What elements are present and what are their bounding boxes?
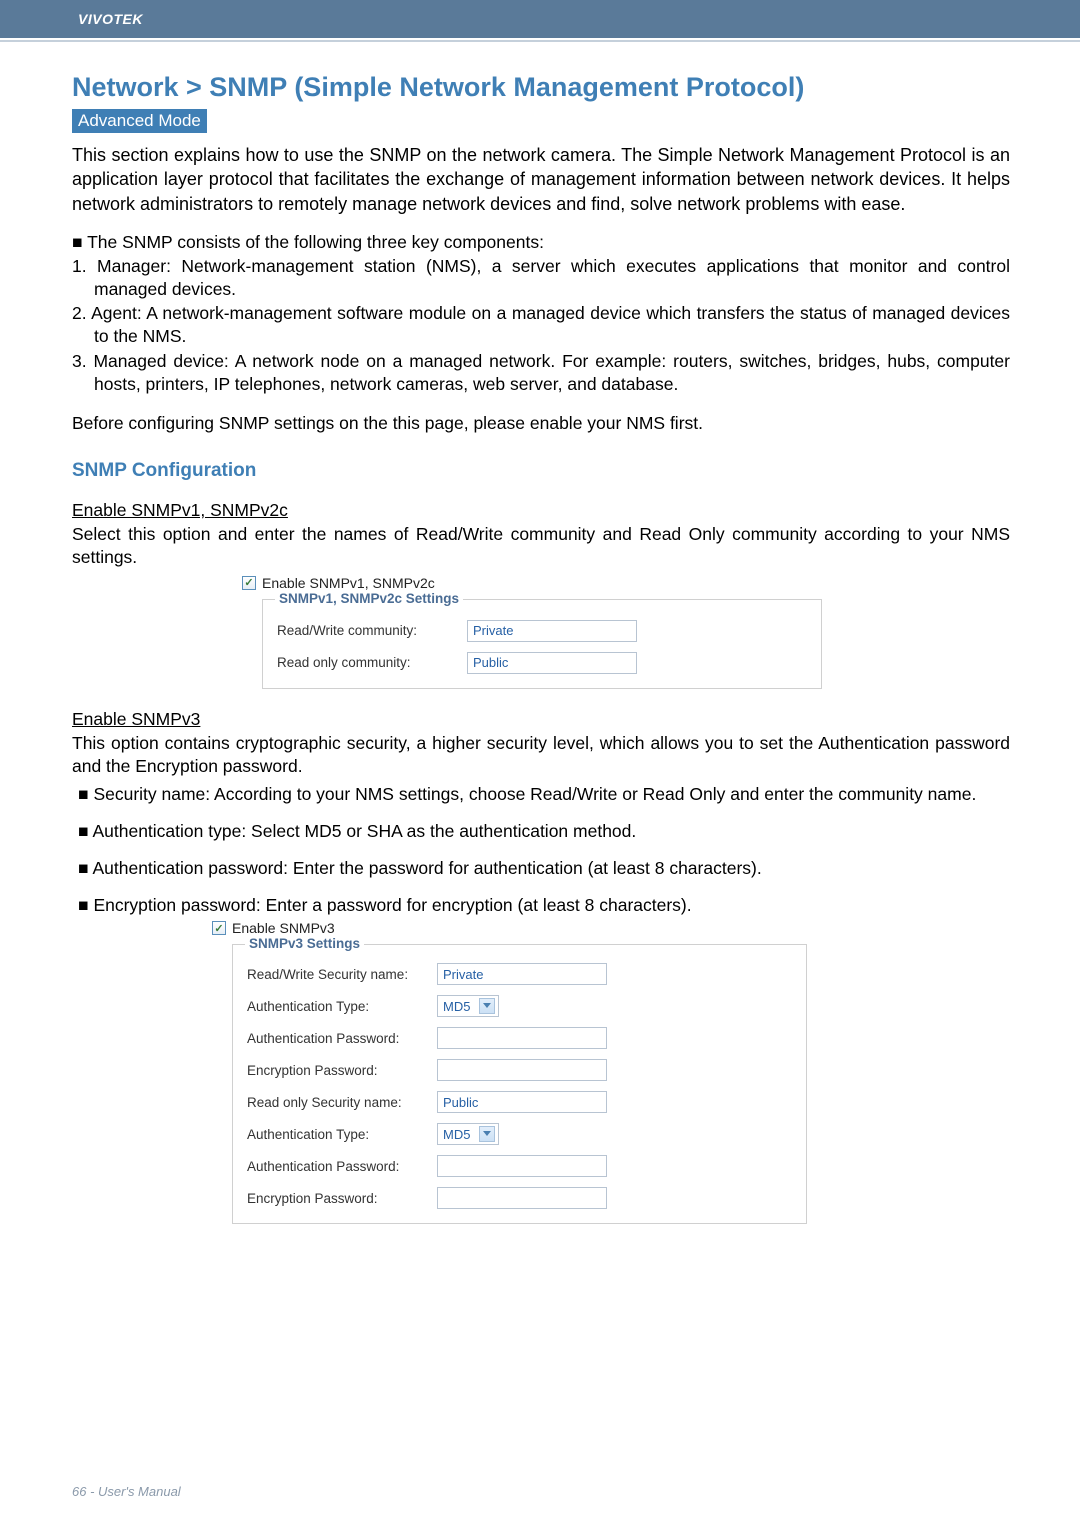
v3-bullet-auth-password: Authentication password: Enter the passw… bbox=[72, 857, 1010, 880]
ro-auth-type-value: MD5 bbox=[443, 1127, 470, 1142]
rw-auth-type-select[interactable]: MD5 bbox=[437, 995, 499, 1017]
rw-enc-password-row: Encryption Password: bbox=[247, 1059, 792, 1081]
ro-community-input[interactable] bbox=[467, 652, 637, 674]
v3-bullet-auth-type: Authentication type: Select MD5 or SHA a… bbox=[72, 820, 1010, 843]
rw-security-name-label: Read/Write Security name: bbox=[247, 967, 437, 982]
page-title: Network > SNMP (Simple Network Managemen… bbox=[72, 72, 1010, 103]
snmpv1v2c-config-block: ✓ Enable SNMPv1, SNMPv2c SNMPv1, SNMPv2c… bbox=[242, 575, 1010, 689]
rw-auth-type-row: Authentication Type: MD5 bbox=[247, 995, 792, 1017]
enable-v1v2c-checkbox[interactable]: ✓ bbox=[242, 576, 256, 590]
enable-v3-checkbox[interactable]: ✓ bbox=[212, 921, 226, 935]
ro-auth-password-row: Authentication Password: bbox=[247, 1155, 792, 1177]
ro-security-name-row: Read only Security name: bbox=[247, 1091, 792, 1113]
rw-community-row: Read/Write community: bbox=[277, 620, 807, 642]
ro-enc-password-label: Encryption Password: bbox=[247, 1191, 437, 1206]
enable-v1v2c-checkbox-row[interactable]: ✓ Enable SNMPv1, SNMPv2c bbox=[242, 575, 1010, 591]
component-item-1: 1. Manager: Network-management station (… bbox=[72, 255, 1010, 301]
before-configuring-note: Before configuring SNMP settings on the … bbox=[72, 413, 1010, 434]
intro-paragraph: This section explains how to use the SNM… bbox=[72, 143, 1010, 216]
snmpv1v2c-fieldset: SNMPv1, SNMPv2c Settings Read/Write comm… bbox=[262, 599, 822, 689]
ro-auth-password-input[interactable] bbox=[437, 1155, 607, 1177]
ro-community-row: Read only community: bbox=[277, 652, 807, 674]
rw-security-name-input[interactable] bbox=[437, 963, 607, 985]
chevron-down-icon bbox=[479, 998, 495, 1014]
snmpv3-config-block: ✓ Enable SNMPv3 SNMPv3 Settings Read/Wri… bbox=[212, 920, 1010, 1224]
snmpv3-legend: SNMPv3 Settings bbox=[245, 936, 364, 951]
page-content: Network > SNMP (Simple Network Managemen… bbox=[0, 42, 1080, 1224]
ro-community-label: Read only community: bbox=[277, 655, 467, 670]
component-item-2: 2. Agent: A network-management software … bbox=[72, 302, 1010, 348]
enable-v1v2c-heading: Enable SNMPv1, SNMPv2c bbox=[72, 500, 1010, 521]
ro-security-name-input[interactable] bbox=[437, 1091, 607, 1113]
snmpv1v2c-legend: SNMPv1, SNMPv2c Settings bbox=[275, 591, 463, 606]
components-lead: ■ The SNMP consists of the following thr… bbox=[72, 232, 1010, 253]
rw-auth-type-value: MD5 bbox=[443, 999, 470, 1014]
ro-auth-type-label: Authentication Type: bbox=[247, 1127, 437, 1142]
v3-bullet-security-name: Security name: According to your NMS set… bbox=[72, 783, 1010, 806]
enable-v1v2c-desc: Select this option and enter the names o… bbox=[72, 523, 1010, 569]
header-bar: VIVOTEK bbox=[0, 0, 1080, 38]
snmpv3-fieldset: SNMPv3 Settings Read/Write Security name… bbox=[232, 944, 807, 1224]
rw-auth-password-row: Authentication Password: bbox=[247, 1027, 792, 1049]
enable-v3-checkbox-row[interactable]: ✓ Enable SNMPv3 bbox=[212, 920, 1010, 936]
page-footer: 66 - User's Manual bbox=[72, 1484, 181, 1499]
enable-v3-heading: Enable SNMPv3 bbox=[72, 709, 1010, 730]
enable-v1v2c-checkbox-label: Enable SNMPv1, SNMPv2c bbox=[262, 575, 435, 591]
enable-v3-desc: This option contains cryptographic secur… bbox=[72, 732, 1010, 778]
rw-auth-password-input[interactable] bbox=[437, 1027, 607, 1049]
enable-v3-checkbox-label: Enable SNMPv3 bbox=[232, 920, 335, 936]
ro-enc-password-row: Encryption Password: bbox=[247, 1187, 792, 1209]
ro-enc-password-input[interactable] bbox=[437, 1187, 607, 1209]
brand-label: VIVOTEK bbox=[78, 11, 143, 27]
advanced-mode-badge: Advanced Mode bbox=[72, 109, 207, 133]
component-item-3: 3. Managed device: A network node on a m… bbox=[72, 350, 1010, 396]
ro-auth-type-row: Authentication Type: MD5 bbox=[247, 1123, 792, 1145]
rw-auth-password-label: Authentication Password: bbox=[247, 1031, 437, 1046]
rw-community-input[interactable] bbox=[467, 620, 637, 642]
rw-community-label: Read/Write community: bbox=[277, 623, 467, 638]
ro-auth-password-label: Authentication Password: bbox=[247, 1159, 437, 1174]
rw-security-name-row: Read/Write Security name: bbox=[247, 963, 792, 985]
ro-auth-type-select[interactable]: MD5 bbox=[437, 1123, 499, 1145]
snmp-configuration-heading: SNMP Configuration bbox=[72, 460, 1010, 482]
rw-enc-password-input[interactable] bbox=[437, 1059, 607, 1081]
rw-auth-type-label: Authentication Type: bbox=[247, 999, 437, 1014]
chevron-down-icon bbox=[479, 1126, 495, 1142]
v3-bullet-enc-password: Encryption password: Enter a password fo… bbox=[72, 894, 1010, 917]
ro-security-name-label: Read only Security name: bbox=[247, 1095, 437, 1110]
rw-enc-password-label: Encryption Password: bbox=[247, 1063, 437, 1078]
